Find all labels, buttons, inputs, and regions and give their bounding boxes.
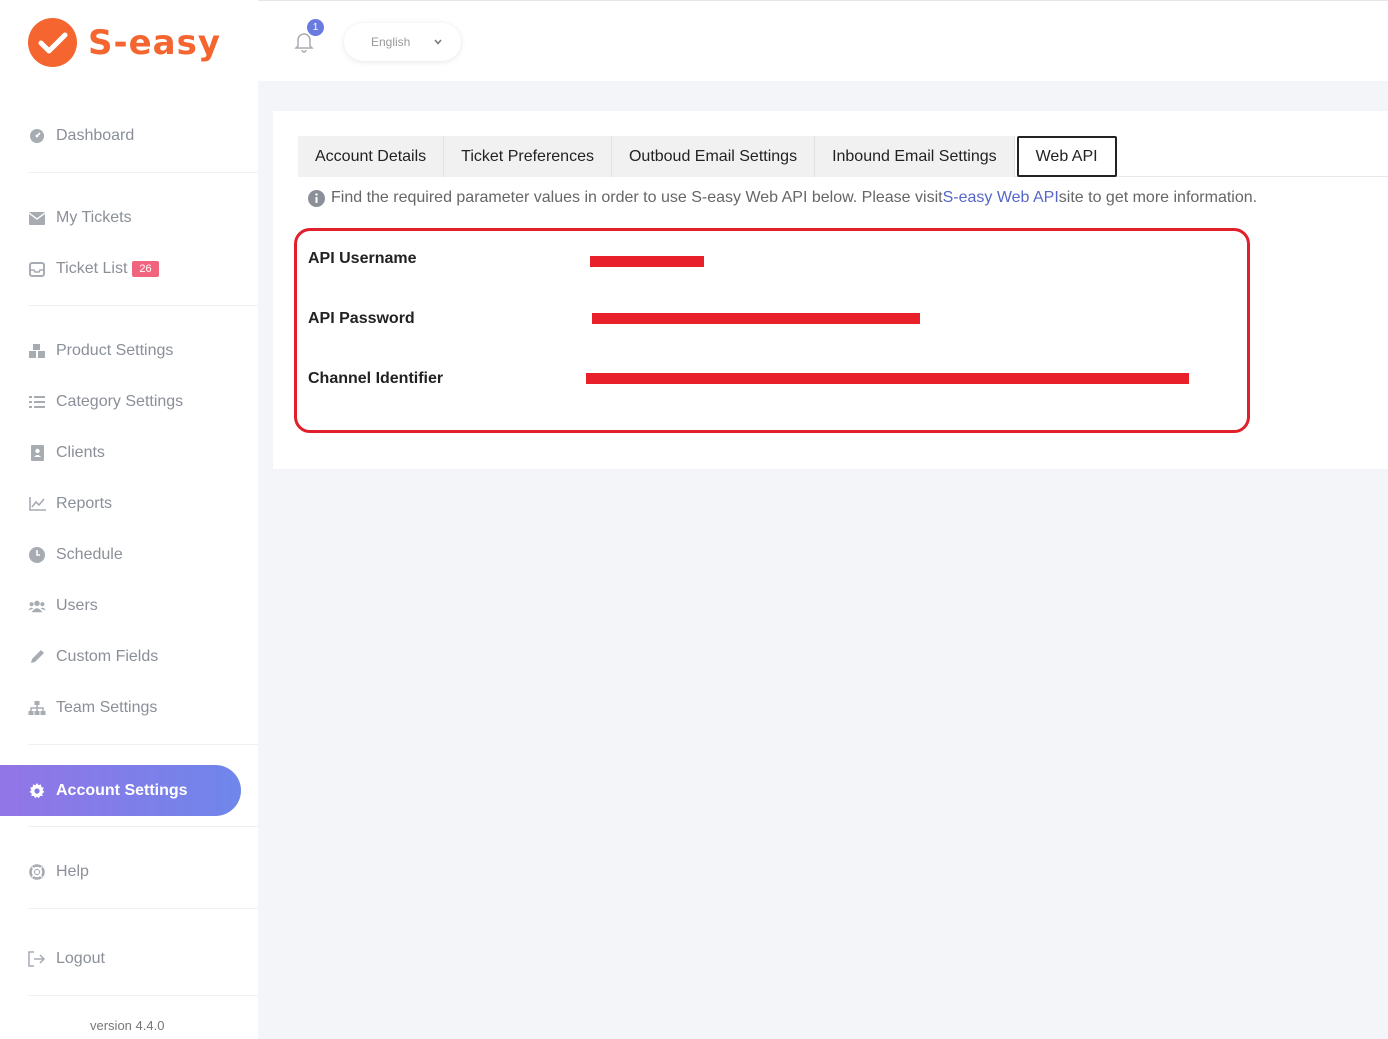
sidebar: S-easy Dashboard My Tickets Ticket List … <box>0 0 258 1039</box>
inbox-icon <box>28 260 46 278</box>
sidebar-item-product-settings[interactable]: Product Settings <box>28 338 173 364</box>
info-circle-icon <box>308 189 325 207</box>
sign-out-icon <box>28 950 46 968</box>
logo[interactable]: S-easy <box>28 18 221 67</box>
sidebar-item-ticket-list[interactable]: Ticket List 26 <box>28 256 159 282</box>
web-api-card: Account Details Ticket Preferences Outbo… <box>273 111 1388 469</box>
api-password-label: API Password <box>308 310 415 327</box>
sidebar-item-label: Category Settings <box>56 393 184 410</box>
sidebar-item-label: Ticket List <box>56 260 128 277</box>
divider <box>28 744 258 745</box>
sidebar-item-label: Custom Fields <box>56 648 159 665</box>
divider <box>28 305 258 306</box>
info-message: Find the required parameter values in or… <box>308 189 1257 207</box>
dashboard-icon <box>28 127 46 145</box>
sidebar-item-schedule[interactable]: Schedule <box>28 542 123 568</box>
address-book-icon <box>28 444 46 462</box>
sidebar-item-category-settings[interactable]: Category Settings <box>28 389 183 415</box>
web-api-site-link[interactable]: S-easy Web API <box>943 189 1059 207</box>
brand-name: S-easy <box>88 22 222 63</box>
sidebar-item-reports[interactable]: Reports <box>28 491 112 517</box>
sidebar-item-label: Team Settings <box>56 699 158 716</box>
ticket-count-badge: 26 <box>132 261 159 277</box>
tab-ticket-preferences[interactable]: Ticket Preferences <box>444 136 612 177</box>
sidebar-item-help[interactable]: Help <box>28 859 89 885</box>
settings-tabs: Account Details Ticket Preferences Outbo… <box>298 136 1117 177</box>
divider <box>28 908 258 909</box>
sidebar-item-account-settings[interactable]: Account Settings <box>0 765 241 816</box>
sidebar-item-label: Clients <box>56 444 105 461</box>
tab-outbound-email-settings[interactable]: Outboud Email Settings <box>611 136 816 177</box>
clock-icon <box>28 546 46 564</box>
channel-identifier-redacted-value <box>586 373 1189 384</box>
api-password-redacted-value <box>592 313 920 324</box>
sidebar-item-my-tickets[interactable]: My Tickets <box>28 205 132 231</box>
divider <box>28 995 258 996</box>
highlight-annotation <box>294 228 1250 433</box>
info-text-before: Find the required parameter values in or… <box>331 189 943 206</box>
sidebar-item-label: My Tickets <box>56 209 132 226</box>
pencil-icon <box>28 648 46 666</box>
sidebar-item-users[interactable]: Users <box>28 593 98 619</box>
sidebar-item-label: Help <box>56 863 89 880</box>
line-chart-icon <box>28 495 46 513</box>
sidebar-item-custom-fields[interactable]: Custom Fields <box>28 644 158 670</box>
sidebar-item-team-settings[interactable]: Team Settings <box>28 695 157 721</box>
notification-count-badge: 1 <box>307 19 324 36</box>
chevron-down-icon <box>433 36 443 46</box>
envelope-icon <box>28 209 46 227</box>
sidebar-item-label: Product Settings <box>56 342 174 359</box>
divider <box>28 826 258 827</box>
tab-web-api[interactable]: Web API <box>1016 136 1117 177</box>
sidebar-item-label: Users <box>56 597 98 614</box>
api-username-redacted-value <box>590 256 704 267</box>
tab-account-details[interactable]: Account Details <box>298 136 445 177</box>
sitemap-icon <box>28 699 46 717</box>
sidebar-item-label: Schedule <box>56 546 123 563</box>
divider <box>28 172 258 173</box>
sidebar-item-logout[interactable]: Logout <box>28 946 105 972</box>
top-header: 1 English <box>258 0 1388 81</box>
api-username-label: API Username <box>308 250 417 267</box>
gear-icon <box>28 782 46 800</box>
channel-identifier-label: Channel Identifier <box>308 370 444 387</box>
info-text-after: site to get more information. <box>1058 189 1258 206</box>
tab-inbound-email-settings[interactable]: Inbound Email Settings <box>815 136 1015 177</box>
language-select[interactable]: English <box>344 23 461 61</box>
sidebar-item-label: Dashboard <box>56 127 135 144</box>
sidebar-item-label: Reports <box>56 495 113 512</box>
sidebar-item-dashboard[interactable]: Dashboard <box>28 123 134 149</box>
language-value: English <box>371 35 411 49</box>
life-ring-icon <box>28 863 46 881</box>
logo-check-icon <box>28 18 77 67</box>
sidebar-item-label: Account Settings <box>56 781 188 799</box>
sidebar-item-clients[interactable]: Clients <box>28 440 105 466</box>
list-icon <box>28 393 46 411</box>
cubes-icon <box>28 342 46 360</box>
version-label: version 4.4.0 <box>90 1018 165 1033</box>
users-icon <box>28 597 46 615</box>
sidebar-item-label: Logout <box>56 950 105 967</box>
